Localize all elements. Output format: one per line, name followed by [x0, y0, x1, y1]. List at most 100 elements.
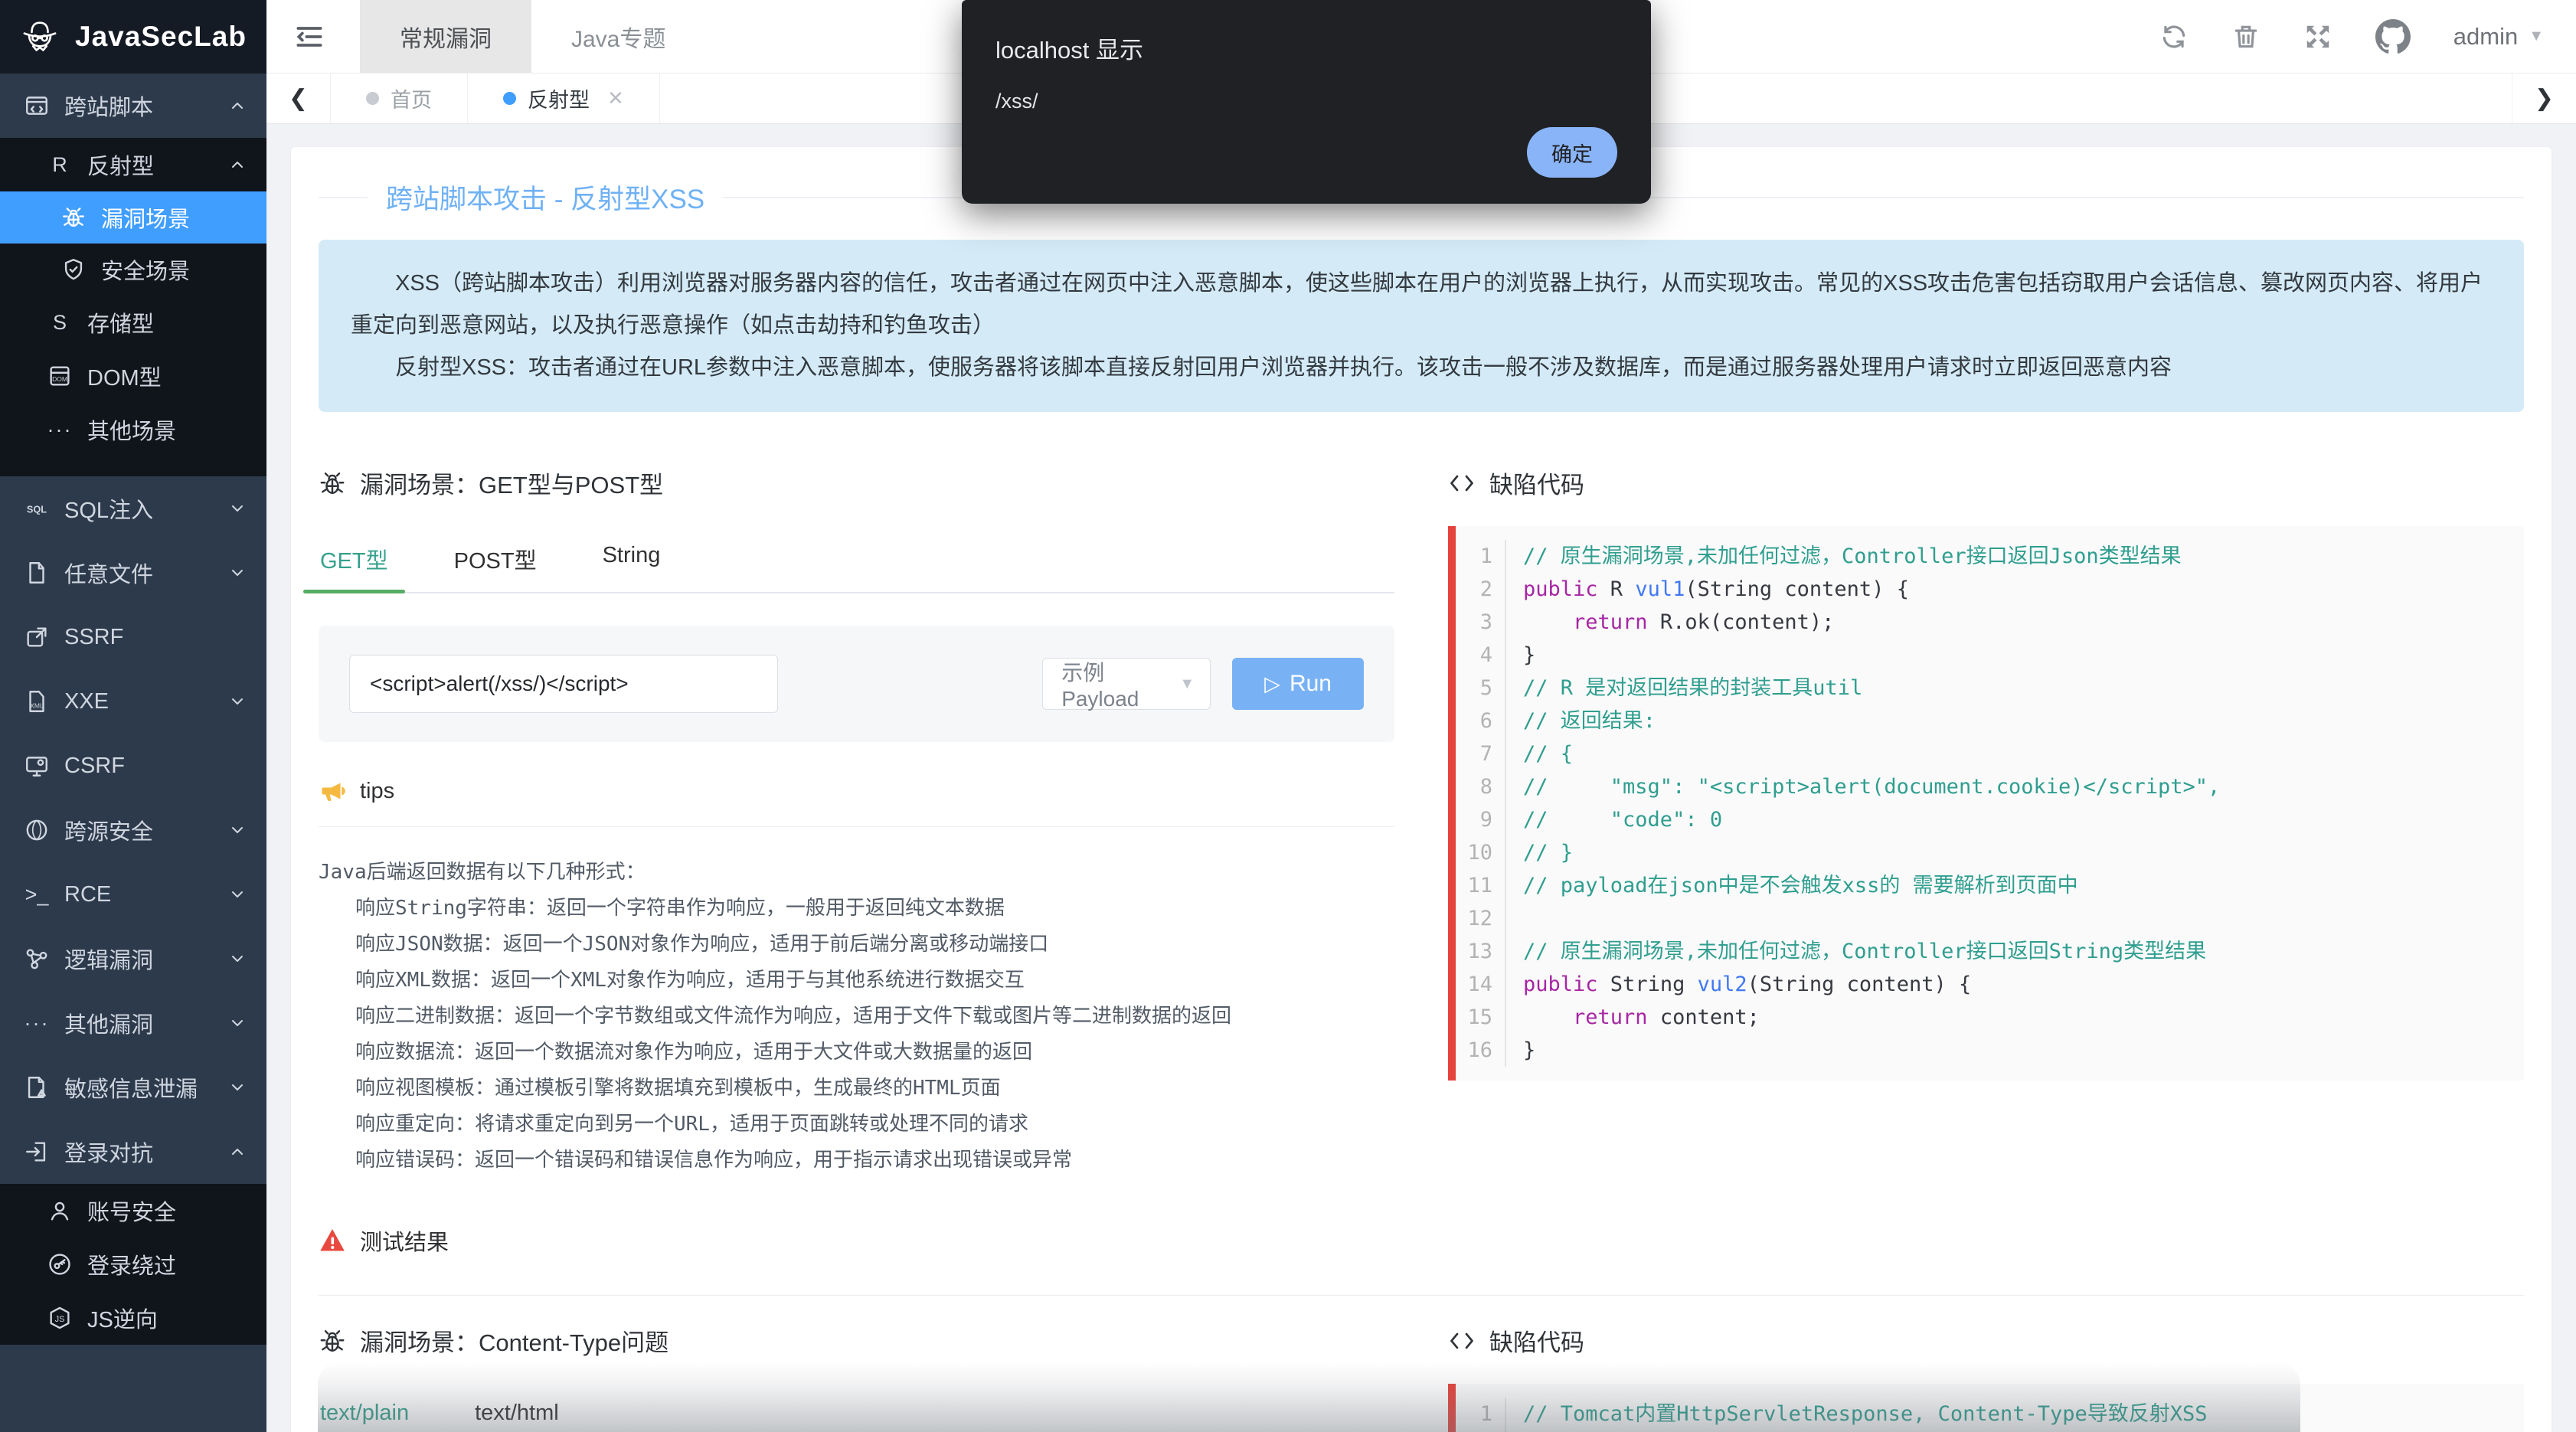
xss-window-icon — [20, 93, 54, 119]
tab-get-[interactable]: GET型 — [319, 526, 390, 592]
code-icon — [1448, 1327, 1476, 1355]
section-heading: 漏洞场景：Content-Type问题 — [319, 1323, 1394, 1358]
sidebar-item-vuln-scene[interactable]: 漏洞场景 — [0, 191, 266, 244]
sidebar-item-cross-origin[interactable]: 跨源安全 — [0, 798, 266, 862]
chevron-down-icon — [228, 499, 247, 518]
top-tab[interactable]: Java专题 — [531, 0, 705, 73]
line-number: 8 — [1456, 770, 1506, 803]
sidebar-item-label: JS逆向 — [87, 1302, 158, 1334]
code-line: 4} — [1456, 639, 2524, 672]
section-vuln-code-2: 缺陷代码 1// Tomcat内置HttpServletResponse, Co… — [1448, 1305, 2524, 1432]
tips-title: tips — [360, 779, 394, 804]
payload-input[interactable] — [349, 655, 778, 713]
sidebar-item-sql-injection[interactable]: SQLSQL注入 — [0, 476, 266, 541]
top-tab[interactable]: 常规漏洞 — [360, 0, 531, 73]
code-line: 1// Tomcat内置HttpServletResponse, Content… — [1456, 1398, 2524, 1430]
sidebar-item-xxe[interactable]: XML XXE — [0, 669, 266, 734]
app-root: JavaSecLab 跨站脚本R反射型漏洞场景安全场景S存储型DOMDOM型··… — [0, 0, 2576, 1432]
line-number: 1 — [1456, 1398, 1506, 1430]
dots-icon: ··· — [43, 418, 77, 442]
sidebar-item-rce[interactable]: >_RCE — [0, 862, 266, 927]
payload-actions: 示例Payload ▼ ▷ Run — [1042, 658, 1364, 710]
sidebar-item-label: XXE — [64, 689, 109, 714]
sidebar-item-other-vuln[interactable]: ···其他漏洞 — [0, 991, 266, 1055]
close-icon[interactable]: ✕ — [607, 87, 624, 110]
payload-panel: 示例Payload ▼ ▷ Run — [319, 626, 1394, 742]
dom-icon: DOM — [43, 363, 77, 389]
content: 跨站脚本攻击 - 反射型XSS XSS（跨站脚本攻击）利用浏览器对服务器内容的信… — [266, 124, 2576, 1432]
sidebar-item-info-leak[interactable]: 敏感信息泄漏 — [0, 1055, 266, 1120]
tab-string[interactable]: String — [601, 526, 662, 592]
example-payload-select[interactable]: 示例Payload ▼ — [1042, 658, 1211, 710]
line-number: 9 — [1456, 803, 1506, 836]
sidebar-item-label: 登录对抗 — [64, 1136, 153, 1168]
payload-type-tabs: GET型 POST型 String — [319, 526, 1394, 593]
line-number: 16 — [1456, 1034, 1506, 1067]
user-icon — [43, 1198, 77, 1224]
line-number: 3 — [1456, 606, 1506, 639]
tag-active[interactable]: 反射型✕ — [468, 74, 660, 123]
globe-icon — [20, 817, 54, 843]
sidebar-item-stored[interactable]: S存储型 — [0, 296, 266, 349]
sidebar-item-dom[interactable]: DOM DOM型 — [0, 349, 266, 403]
tags-scroll-right-button[interactable]: ❯ — [2512, 74, 2576, 123]
sidebar-item-label: 漏洞场景 — [101, 201, 190, 234]
line-number: 15 — [1456, 1001, 1506, 1034]
sidebar-item-label: 安全场景 — [101, 253, 190, 286]
github-icon[interactable] — [2375, 19, 2411, 54]
code-heading: 缺陷代码 — [1448, 1323, 2524, 1358]
row-2: 漏洞场景：Content-Type问题 text/plaintext/html … — [319, 1305, 2524, 1432]
sidebar-item-csrf[interactable]: CSRF — [0, 734, 266, 798]
tab-text-html[interactable]: text/html — [473, 1384, 561, 1432]
tags-scroll-left-button[interactable]: ❮ — [266, 74, 331, 123]
alert-ok-button[interactable]: 确定 — [1527, 127, 1617, 178]
sidebar-item-xss[interactable]: 跨站脚本 — [0, 74, 266, 138]
code-line: 11// payload在json中是不会触发xss的 需要解析到页面中 — [1456, 869, 2524, 902]
tag-item[interactable]: 首页 — [331, 74, 468, 123]
key-icon — [43, 1251, 77, 1277]
line-number: 13 — [1456, 935, 1506, 968]
sidebar-item-logic-vuln[interactable]: 逻辑漏洞 — [0, 927, 266, 991]
row-1: 漏洞场景：GET型与POST型 GET型POST型String 示例Payloa… — [319, 447, 2524, 1257]
sidebar-item-arbitrary-file[interactable]: 任意文件 — [0, 541, 266, 605]
sidebar-item-account-security[interactable]: 账号安全 — [0, 1184, 266, 1237]
tip-line: 响应JSON数据：返回一个JSON对象作为响应，适用于前后端分离或移动端接口 — [319, 927, 1394, 963]
tab-post-[interactable]: POST型 — [453, 526, 538, 592]
sidebar-item-other-scene[interactable]: ···其他场景 — [0, 403, 266, 456]
bug-icon — [319, 1327, 346, 1355]
code-line: 5// R 是对返回结果的封装工具util — [1456, 672, 2524, 705]
tab-text-plain[interactable]: text/plain — [319, 1384, 410, 1432]
svg-text:JS: JS — [55, 1315, 64, 1324]
sidebar-item-label: RCE — [64, 882, 111, 907]
shield-check-icon — [57, 257, 90, 283]
test-result-header: 测试结果 — [319, 1224, 1394, 1257]
warning-icon — [319, 1227, 346, 1254]
sidebar-item-login-confront[interactable]: 登录对抗 — [0, 1120, 266, 1184]
refresh-icon[interactable] — [2159, 22, 2189, 51]
fullscreen-icon[interactable] — [2303, 22, 2332, 51]
page-title: 跨站脚本攻击 - 反射型XSS — [368, 178, 723, 217]
sidebar-item-label: 逻辑漏洞 — [64, 943, 153, 975]
chevron-down-icon — [228, 564, 247, 582]
tag-dot — [366, 92, 379, 105]
sidebar-item-ssrf[interactable]: SSRF — [0, 605, 266, 669]
username: admin — [2453, 23, 2518, 51]
xml-file-icon: XML — [20, 688, 54, 714]
external-link-icon — [20, 624, 54, 650]
sidebar-item-js-reverse[interactable]: JS JS逆向 — [0, 1291, 266, 1345]
sidebar-item-reflected[interactable]: R反射型 — [0, 138, 266, 191]
collapse-sidebar-button[interactable] — [266, 0, 352, 73]
run-button[interactable]: ▷ Run — [1232, 658, 1364, 710]
section-divider — [319, 1295, 2524, 1296]
trash-icon[interactable] — [2231, 22, 2261, 51]
user-menu[interactable]: admin ▼ — [2453, 23, 2544, 51]
sidebar-item-safe-scene[interactable]: 安全场景 — [0, 244, 266, 296]
sidebar-item-label: 登录绕过 — [87, 1248, 176, 1280]
sidebar-item-login-bypass[interactable]: 登录绕过 — [0, 1237, 266, 1291]
line-number: 5 — [1456, 672, 1506, 705]
sidebar-item-label: DOM型 — [87, 360, 162, 392]
sidebar-item-label: 任意文件 — [64, 557, 153, 589]
tag-label: 首页 — [391, 83, 432, 113]
chevron-down-icon — [228, 1014, 247, 1032]
line-number: 4 — [1456, 639, 1506, 672]
